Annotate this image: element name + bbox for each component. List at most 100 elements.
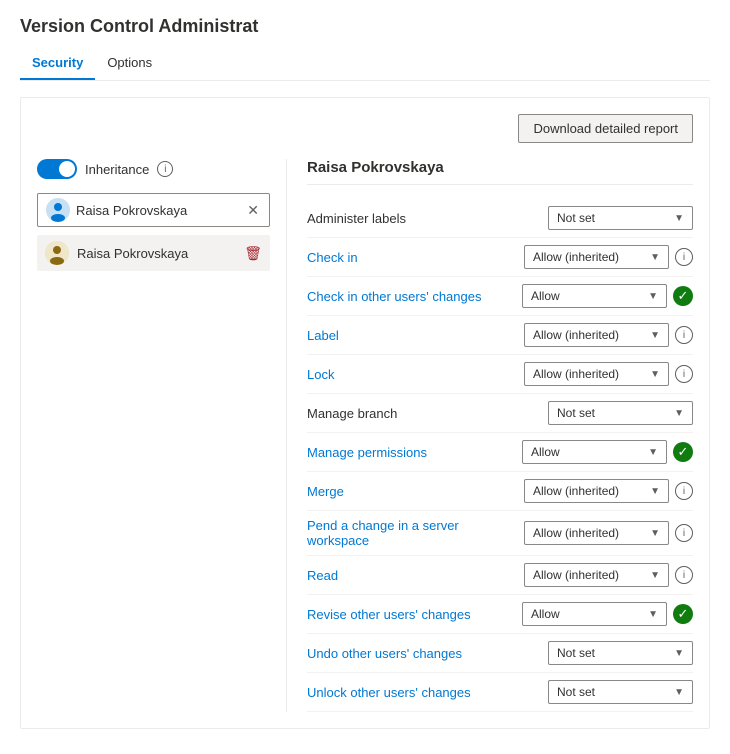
delete-user-icon[interactable]: 🗑 [244,245,262,262]
permission-row: Manage permissionsAllow▼ ✓ [307,433,693,472]
permission-name: Check in [307,250,524,265]
permission-dropdown[interactable]: Not set ▼ [548,680,693,704]
status-info-icon[interactable]: i [675,248,693,266]
chevron-down-icon: ▼ [650,486,660,497]
chevron-down-icon: ▼ [650,570,660,581]
inheritance-info-icon[interactable]: i [157,161,173,177]
permission-row: Lock Allow (inherited) ▼ i [307,355,693,394]
permission-dropdown[interactable]: Not set ▼ [548,206,693,230]
permission-name: Pend a change in a server workspace [307,518,524,548]
left-panel: Inheritance i Raisa Pokrovskaya ✕ [37,159,287,712]
chevron-down-icon: ▼ [674,213,684,224]
dropdown-value: Not set [557,211,595,225]
main-card: Download detailed report Inheritance i [20,97,710,729]
permission-dropdown[interactable]: Allow ▼ [522,602,667,626]
permission-control: Allow (inherited) ▼ i [524,362,693,386]
permission-name: Administer labels [307,211,548,226]
permission-name: Undo other users' changes [307,646,548,661]
permission-name: Check in other users' changes [307,289,522,304]
dropdown-value: Allow [531,445,560,459]
permission-row: Pend a change in a server workspaceAllow… [307,511,693,556]
permission-control: Not set ▼ [548,680,693,704]
user-list-item[interactable]: Raisa Pokrovskaya 🗑 [37,235,270,271]
user-avatar [45,241,69,265]
right-panel-title: Raisa Pokrovskaya [307,159,693,185]
tab-options[interactable]: Options [95,47,164,80]
chevron-down-icon: ▼ [650,528,660,539]
permission-dropdown[interactable]: Allow (inherited) ▼ [524,521,669,545]
permission-name: Manage permissions [307,445,522,460]
permission-name: Revise other users' changes [307,607,522,622]
dropdown-value: Allow (inherited) [533,526,619,540]
permission-control: Allow (inherited)▼ i [524,479,693,503]
permission-dropdown[interactable]: Allow▼ [522,440,667,464]
chevron-down-icon: ▼ [648,609,658,620]
permission-dropdown[interactable]: Allow (inherited) ▼ [524,362,669,386]
permission-row: Read Allow (inherited) ▼ i [307,556,693,595]
permission-name: Manage branch [307,406,548,421]
user-search-row: Raisa Pokrovskaya ✕ [37,193,270,227]
status-info-icon[interactable]: i [675,365,693,383]
permission-row: LabelAllow (inherited)▼ i [307,316,693,355]
inheritance-toggle[interactable] [37,159,77,179]
status-check-icon: ✓ [673,442,693,462]
content-area: Inheritance i Raisa Pokrovskaya ✕ [37,159,693,712]
user-list-name: Raisa Pokrovskaya [77,246,236,261]
permission-control: Allow ▼ ✓ [522,602,693,626]
permission-dropdown[interactable]: Allow (inherited) ▼ [524,245,669,269]
permission-name: Merge [307,484,524,499]
dropdown-value: Allow (inherited) [533,328,619,342]
download-report-button[interactable]: Download detailed report [518,114,693,143]
status-info-icon[interactable]: i [675,326,693,344]
tab-security[interactable]: Security [20,47,95,80]
clear-search-button[interactable]: ✕ [245,202,261,219]
permission-name: Lock [307,367,524,382]
dropdown-value: Allow (inherited) [533,250,619,264]
status-info-icon[interactable]: i [675,524,693,542]
permissions-table: Administer labelsNot set▼Check inAllow (… [307,199,693,712]
permission-row: Revise other users' changes Allow ▼ ✓ [307,595,693,634]
permission-dropdown[interactable]: Allow ▼ [522,284,667,308]
page-container: Version Control Administrat Security Opt… [0,0,730,754]
permission-row: Unlock other users' changes Not set ▼ [307,673,693,712]
permission-row: Administer labels Not set ▼ [307,199,693,238]
dropdown-value: Allow [531,607,560,621]
permission-row: MergeAllow (inherited)▼ i [307,472,693,511]
chevron-down-icon: ▼ [674,408,684,419]
permission-row: Manage branch Not set ▼ [307,394,693,433]
chevron-down-icon: ▼ [674,687,684,698]
page-title: Version Control Administrat [20,16,710,37]
permission-control: Not set ▼ [548,641,693,665]
permission-row: Check in Allow (inherited) ▼ i [307,238,693,277]
permission-dropdown[interactable]: Allow (inherited)▼ [524,479,669,503]
search-user-name: Raisa Pokrovskaya [76,203,239,218]
permission-control: Not set ▼ [548,206,693,230]
chevron-down-icon: ▼ [650,252,660,263]
permission-name: Read [307,568,524,583]
permission-name: Label [307,328,524,343]
dropdown-value: Allow (inherited) [533,367,619,381]
dropdown-value: Not set [557,406,595,420]
chevron-down-icon: ▼ [674,648,684,659]
permission-dropdown[interactable]: Allow (inherited) ▼ [524,563,669,587]
chevron-down-icon: ▼ [648,291,658,302]
permission-control: Allow (inherited) ▼ i [524,521,693,545]
permission-name: Unlock other users' changes [307,685,548,700]
inheritance-row: Inheritance i [37,159,270,179]
dropdown-value: Allow [531,289,560,303]
status-info-icon[interactable]: i [675,566,693,584]
permission-dropdown[interactable]: Not set ▼ [548,641,693,665]
permission-control: Allow (inherited) ▼ i [524,563,693,587]
dropdown-value: Not set [557,646,595,660]
status-info-icon[interactable]: i [675,482,693,500]
status-check-icon: ✓ [673,604,693,624]
permission-control: Allow (inherited) ▼ i [524,245,693,269]
permission-dropdown[interactable]: Allow (inherited)▼ [524,323,669,347]
dropdown-value: Not set [557,685,595,699]
chevron-down-icon: ▼ [650,369,660,380]
inheritance-label: Inheritance [85,162,149,177]
permission-control: Allow (inherited)▼ i [524,323,693,347]
permission-control: Allow▼✓ [522,284,693,308]
dropdown-value: Allow (inherited) [533,568,619,582]
permission-dropdown[interactable]: Not set ▼ [548,401,693,425]
